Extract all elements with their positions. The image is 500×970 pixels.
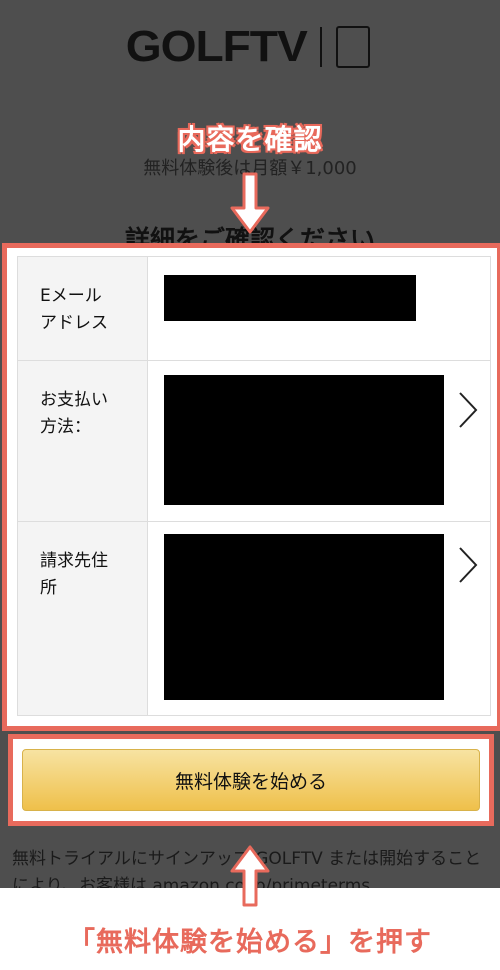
chevron-right-icon[interactable] [456,544,480,586]
annotation-confirm-contents: 内容を確認 [177,123,323,156]
start-free-trial-button[interactable]: 無料体験を始める [22,749,480,811]
billing-address-row[interactable]: 請求先住 所 [18,522,490,715]
chevron-right-icon[interactable] [456,389,480,431]
golftv-logo: GOLFTV [0,22,500,72]
payment-method-row[interactable]: お支払い 方法： [18,361,490,522]
annotation-press-start: 「無料体験を始める」を押す [68,927,432,958]
payment-method-label: お支払い 方法： [18,361,148,521]
pga-tour-badge-icon [336,26,371,68]
annotation-arrow-up-icon [230,845,270,907]
email-value-redacted [164,275,416,321]
billing-address-value-redacted [164,534,444,700]
details-table: Eメール アドレス お支払い 方法： 請求先住 所 [17,256,491,716]
payment-method-value-redacted [164,375,444,505]
email-label: Eメール アドレス [18,257,148,360]
billing-address-label: 請求先住 所 [18,522,148,715]
email-row: Eメール アドレス [18,257,490,361]
details-highlight-frame: Eメール アドレス お支払い 方法： 請求先住 所 [2,243,500,731]
start-button-highlight-frame: 無料体験を始める [8,734,494,826]
logo-divider [320,27,323,67]
annotation-arrow-down-icon [230,172,270,234]
logo-text: GOLFTV [125,22,307,71]
